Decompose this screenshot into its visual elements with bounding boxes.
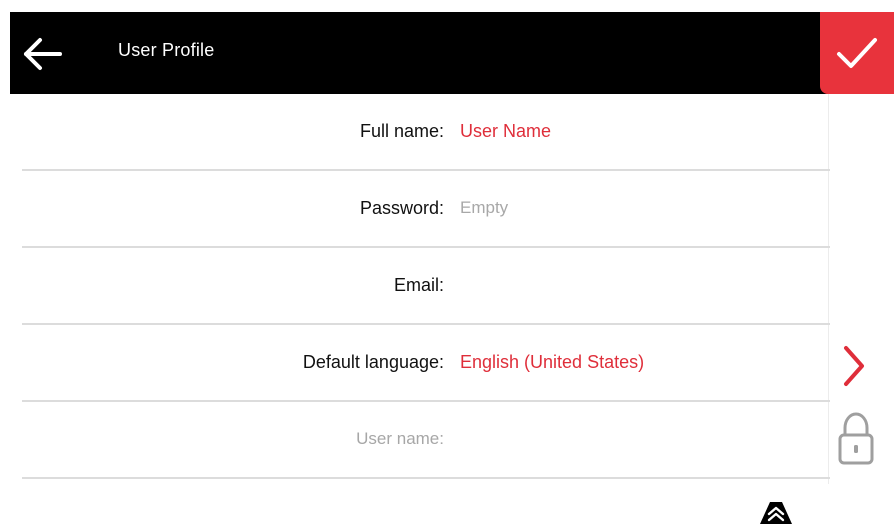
user-name-label: User name: bbox=[356, 429, 444, 448]
lock-icon bbox=[836, 410, 876, 468]
password-value[interactable]: Empty bbox=[460, 198, 508, 218]
full-name-value[interactable]: User Name bbox=[460, 121, 551, 142]
back-button[interactable] bbox=[16, 30, 68, 78]
confirm-button[interactable] bbox=[820, 12, 894, 94]
arrow-left-icon bbox=[24, 38, 62, 70]
full-name-label: Full name: bbox=[359, 121, 444, 141]
checkmark-icon bbox=[837, 38, 877, 68]
double-chevron-up-icon bbox=[760, 502, 792, 524]
email-label: Email: bbox=[393, 275, 444, 295]
default-language-label: Default language: bbox=[302, 352, 444, 372]
full-name-row[interactable]: Full name: User Name bbox=[22, 94, 830, 171]
chevron-right-icon bbox=[844, 346, 864, 386]
top-app-bar: User Profile bbox=[10, 12, 894, 94]
row-divider bbox=[22, 477, 830, 479]
page-title: User Profile bbox=[118, 40, 215, 60]
email-row[interactable]: Email: bbox=[22, 248, 830, 325]
password-label: Password: bbox=[359, 198, 444, 218]
scroll-top-button[interactable] bbox=[752, 500, 800, 524]
default-language-row[interactable]: Default language: English (United States… bbox=[22, 325, 830, 402]
user-name-row: User name: bbox=[22, 402, 830, 479]
password-row[interactable]: Password: Empty bbox=[22, 171, 830, 248]
default-language-value[interactable]: English (United States) bbox=[460, 352, 644, 373]
language-chevron-right-button[interactable] bbox=[840, 344, 868, 388]
